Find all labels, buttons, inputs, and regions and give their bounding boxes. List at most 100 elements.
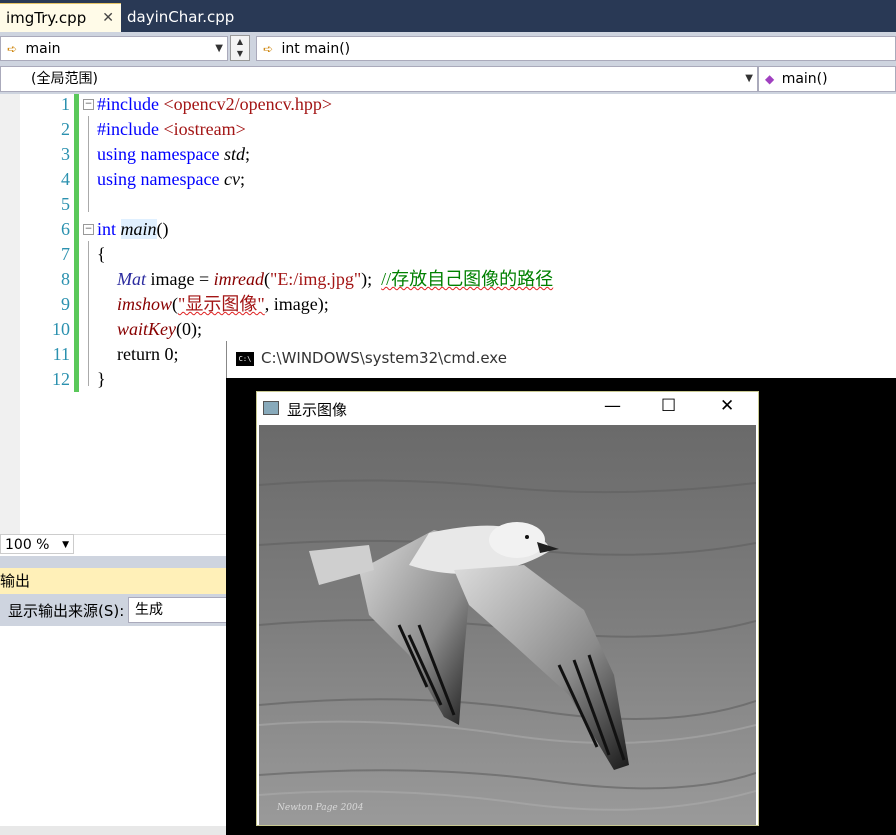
console-title: C:\WINDOWS\system32\cmd.exe (261, 349, 507, 367)
console-icon: C:\ (236, 352, 254, 366)
navigation-bar: ➪ main ▼ ➪ int main() (0, 32, 896, 64)
line-number: 1 (61, 94, 70, 114)
window-icon (263, 401, 279, 415)
image-window[interactable]: 显示图像 — ☐ ✕ Newton Page 2004 (256, 391, 759, 826)
document-tab-bar: imgTry.cpp ✕ dayinChar.cpp (0, 0, 896, 32)
preprocessor-keyword: #include (97, 94, 164, 114)
output-source-value: 生成 (135, 602, 163, 618)
line-number: 11 (52, 344, 70, 364)
line-number: 8 (61, 269, 70, 289)
image-window-title-bar[interactable]: 显示图像 — ☐ ✕ (257, 392, 758, 425)
arrow-right-icon: ➪ (263, 42, 274, 56)
output-source-label: 显示输出来源(S): (8, 602, 125, 620)
function-name: main (120, 219, 157, 239)
comment: //存放自己图像的路径 (381, 269, 554, 289)
code-line[interactable]: imshow("显示图像", image); (117, 292, 329, 317)
line-number: 2 (61, 119, 70, 139)
member-value: main() (781, 71, 828, 87)
close-button[interactable]: ✕ (720, 396, 734, 416)
punctuation: () (156, 219, 169, 239)
indicator-margin (0, 94, 20, 534)
code-line[interactable]: } (97, 367, 106, 392)
line-number: 3 (61, 144, 70, 164)
code-line[interactable]: { (97, 242, 106, 267)
line-number: 12 (52, 369, 70, 389)
spin-down-icon[interactable]: ▼ (231, 48, 249, 60)
function-dropdown[interactable]: ➪ int main() (256, 36, 896, 61)
code-line[interactable]: waitKey(0); (117, 317, 202, 342)
function-name: imread (213, 269, 264, 289)
preprocessor-keyword: #include (97, 119, 164, 139)
seagull-photo: Newton Page 2004 (259, 425, 756, 825)
code-line[interactable]: using namespace cv; (97, 167, 245, 192)
scope-value: main (25, 41, 61, 57)
code-line[interactable]: Mat image = imread("E:/img.jpg"); //存放自己… (117, 267, 553, 292)
chevron-down-icon: ▼ (62, 540, 69, 550)
output-pane-title: 输出 (0, 568, 226, 594)
output-source-bar: 显示输出来源(S): 生成 (0, 594, 228, 626)
output-source-dropdown[interactable]: 生成 (128, 597, 228, 623)
collapse-icon[interactable]: − (83, 99, 94, 110)
pane-splitter[interactable] (0, 556, 226, 568)
minimize-button[interactable]: — (604, 396, 621, 416)
chevron-down-icon: ▼ (215, 43, 223, 54)
punctuation: ; (239, 169, 245, 189)
change-tracking-margin (74, 94, 79, 392)
tab-imgtry-cpp[interactable]: imgTry.cpp ✕ (0, 3, 121, 32)
chevron-down-icon: ▼ (745, 73, 753, 84)
navigation-spinner[interactable]: ▲ ▼ (230, 35, 250, 61)
arrow-right-icon: ➪ (7, 42, 18, 56)
displayed-image: Newton Page 2004 (259, 425, 756, 825)
namespace-name: std (223, 144, 245, 164)
line-number: 9 (61, 294, 70, 314)
line-number: 7 (61, 244, 70, 264)
include-path: <opencv2/opencv.hpp> (163, 94, 333, 114)
code-text: return 0; (117, 344, 179, 364)
function-name: imshow (117, 294, 173, 314)
code-line[interactable]: using namespace std; (97, 142, 250, 167)
tab-label: dayinChar.cpp (127, 8, 235, 26)
spin-up-icon[interactable]: ▲ (231, 36, 249, 48)
function-name: waitKey (117, 319, 176, 339)
global-scope-dropdown[interactable]: (全局范围) ▼ (0, 66, 758, 92)
line-number: 4 (61, 169, 70, 189)
method-cube-icon: ◆ (765, 72, 775, 86)
include-path: <iostream> (163, 119, 246, 139)
code-line[interactable]: #include <opencv2/opencv.hpp> (97, 92, 332, 117)
output-text-area[interactable] (0, 626, 226, 826)
scope-bar: (全局范围) ▼ ◆ main() (0, 64, 896, 94)
tab-dayinchar-cpp[interactable]: dayinChar.cpp (121, 3, 240, 32)
fold-guide (88, 241, 89, 386)
code-line[interactable]: int main() (97, 217, 169, 242)
photo-signature: Newton Page 2004 (276, 803, 364, 813)
code-line[interactable]: #include <iostream> (97, 117, 246, 142)
horizontal-scrollbar[interactable] (0, 826, 226, 835)
string-literal: "E:/img.jpg" (269, 269, 362, 289)
collapse-icon[interactable]: − (83, 224, 94, 235)
image-window-title: 显示图像 (287, 401, 348, 419)
fold-guide (88, 116, 89, 212)
tab-label: imgTry.cpp (6, 9, 87, 27)
close-icon[interactable]: ✕ (102, 4, 114, 32)
punctuation: ; (244, 144, 250, 164)
keyword: int (97, 219, 121, 239)
zoom-value: 100 % (5, 537, 50, 553)
punctuation: ); (361, 269, 382, 289)
maximize-button[interactable]: ☐ (661, 396, 676, 416)
line-number: 5 (61, 194, 70, 214)
code-line[interactable]: return 0; (117, 342, 178, 367)
line-number: 6 (61, 219, 70, 239)
type-name: Mat (117, 269, 146, 289)
function-value: int main() (281, 41, 351, 57)
namespace-name: cv (223, 169, 240, 189)
member-dropdown[interactable]: ◆ main() (758, 66, 896, 92)
keyword: using namespace (97, 169, 224, 189)
keyword: using namespace (97, 144, 224, 164)
string-literal: "显示图像" (178, 294, 265, 314)
scope-dropdown[interactable]: ➪ main ▼ (0, 36, 228, 61)
zoom-dropdown[interactable]: 100 % ▼ (0, 534, 74, 554)
code-text: , image); (264, 294, 329, 314)
console-title-bar[interactable]: C:\ C:\WINDOWS\system32\cmd.exe (226, 341, 896, 378)
code-text: image = (146, 269, 214, 289)
global-scope-value: (全局范围) (31, 71, 98, 87)
